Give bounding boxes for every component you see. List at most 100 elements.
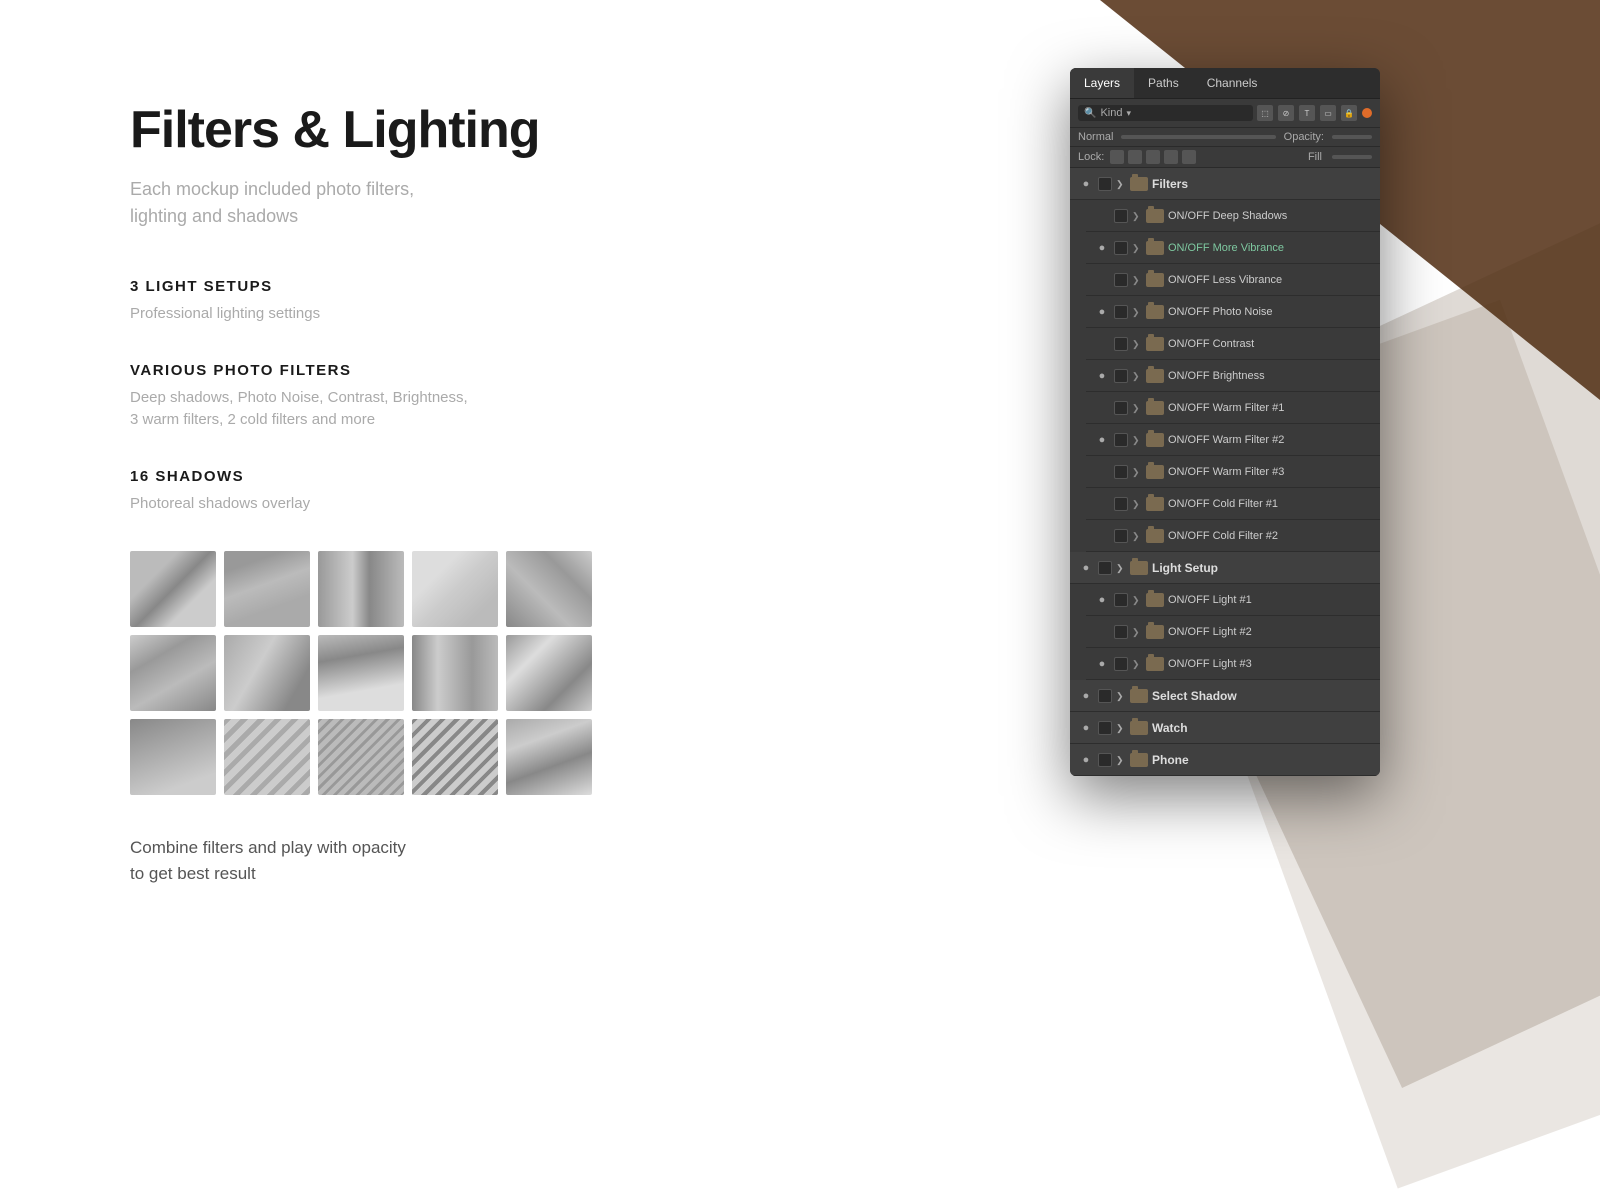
layer-row-light-setup-group[interactable]: ● ❯ Light Setup xyxy=(1070,552,1380,584)
layer-row-cold-1[interactable]: ❯ ON/OFF Cold Filter #1 xyxy=(1086,488,1380,520)
layer-row-light-2[interactable]: ❯ ON/OFF Light #2 xyxy=(1086,616,1380,648)
checkbox-brightness[interactable] xyxy=(1114,369,1128,383)
ps-kind-dropdown[interactable]: ▾ xyxy=(1126,108,1131,119)
eye-warm-2[interactable]: ● xyxy=(1094,432,1110,448)
filter-icon-dot[interactable] xyxy=(1362,108,1372,118)
layer-row-deep-shadows[interactable]: ❯ ON/OFF Deep Shadows xyxy=(1086,200,1380,232)
layer-row-more-vibrance[interactable]: ● ❯ ON/OFF More Vibrance xyxy=(1086,232,1380,264)
layer-row-less-vibrance[interactable]: ❯ ON/OFF Less Vibrance xyxy=(1086,264,1380,296)
checkbox-warm-1[interactable] xyxy=(1114,401,1128,415)
eye-light-2[interactable] xyxy=(1094,624,1110,640)
eye-cold-1[interactable] xyxy=(1094,496,1110,512)
eye-watch[interactable]: ● xyxy=(1078,720,1094,736)
checkbox-photo-noise[interactable] xyxy=(1114,305,1128,319)
layer-row-brightness[interactable]: ● ❯ ON/OFF Brightness xyxy=(1086,360,1380,392)
checkbox-cold-2[interactable] xyxy=(1114,529,1128,543)
eye-light-1[interactable]: ● xyxy=(1094,592,1110,608)
layer-row-warm-2[interactable]: ● ❯ ON/OFF Warm Filter #2 xyxy=(1086,424,1380,456)
lock-icon-4[interactable] xyxy=(1164,150,1178,164)
layer-row-filters-group[interactable]: ● ❯ Filters xyxy=(1070,168,1380,200)
opacity-label: Opacity: xyxy=(1284,131,1324,143)
layer-row-cold-2[interactable]: ❯ ON/OFF Cold Filter #2 xyxy=(1086,520,1380,552)
eye-light-3[interactable]: ● xyxy=(1094,656,1110,672)
arrow-deep-shadows[interactable]: ❯ xyxy=(1132,211,1142,221)
arrow-light-3[interactable]: ❯ xyxy=(1132,659,1142,669)
filter-icon-shape[interactable]: ▭ xyxy=(1320,105,1336,121)
checkbox-light-setup[interactable] xyxy=(1098,561,1112,575)
arrow-light-setup[interactable]: ❯ xyxy=(1116,563,1126,573)
eye-brightness[interactable]: ● xyxy=(1094,368,1110,384)
filter-icon-smart[interactable]: 🔒 xyxy=(1341,105,1357,121)
arrow-watch[interactable]: ❯ xyxy=(1116,723,1126,733)
ps-lock-row: Lock: Fill xyxy=(1070,147,1380,168)
layer-row-contrast[interactable]: ❯ ON/OFF Contrast xyxy=(1086,328,1380,360)
eye-photo-noise[interactable]: ● xyxy=(1094,304,1110,320)
section-shadows: 16 SHADOWS Photoreal shadows overlay xyxy=(130,468,750,516)
arrow-less-vibrance[interactable]: ❯ xyxy=(1132,275,1142,285)
tab-paths[interactable]: Paths xyxy=(1134,68,1193,98)
arrow-phone[interactable]: ❯ xyxy=(1116,755,1126,765)
checkbox-warm-3[interactable] xyxy=(1114,465,1128,479)
arrow-cold-1[interactable]: ❯ xyxy=(1132,499,1142,509)
checkbox-light-1[interactable] xyxy=(1114,593,1128,607)
arrow-contrast[interactable]: ❯ xyxy=(1132,339,1142,349)
eye-cold-2[interactable] xyxy=(1094,528,1110,544)
layer-name-light-1: ON/OFF Light #1 xyxy=(1168,594,1372,606)
arrow-warm-2[interactable]: ❯ xyxy=(1132,435,1142,445)
tab-channels[interactable]: Channels xyxy=(1193,68,1272,98)
checkbox-select-shadow[interactable] xyxy=(1098,689,1112,703)
checkbox-light-3[interactable] xyxy=(1114,657,1128,671)
checkbox-contrast[interactable] xyxy=(1114,337,1128,351)
arrow-warm-1[interactable]: ❯ xyxy=(1132,403,1142,413)
filter-icon-text[interactable]: T xyxy=(1299,105,1315,121)
filter-icon-circle[interactable]: ⊘ xyxy=(1278,105,1294,121)
arrow-warm-3[interactable]: ❯ xyxy=(1132,467,1142,477)
arrow-cold-2[interactable]: ❯ xyxy=(1132,531,1142,541)
checkbox-less-vibrance[interactable] xyxy=(1114,273,1128,287)
eye-warm-1[interactable] xyxy=(1094,400,1110,416)
eye-less-vibrance[interactable] xyxy=(1094,272,1110,288)
checkbox-watch[interactable] xyxy=(1098,721,1112,735)
layer-row-warm-1[interactable]: ❯ ON/OFF Warm Filter #1 xyxy=(1086,392,1380,424)
arrow-light-1[interactable]: ❯ xyxy=(1132,595,1142,605)
eye-warm-3[interactable] xyxy=(1094,464,1110,480)
layer-name-deep-shadows: ON/OFF Deep Shadows xyxy=(1168,210,1372,222)
arrow-photo-noise[interactable]: ❯ xyxy=(1132,307,1142,317)
tab-layers[interactable]: Layers xyxy=(1070,68,1134,98)
lock-icon-1[interactable] xyxy=(1110,150,1124,164)
checkbox-filters[interactable] xyxy=(1098,177,1112,191)
layer-row-phone[interactable]: ● ❯ Phone xyxy=(1070,744,1380,776)
folder-deep-shadows xyxy=(1146,209,1164,223)
checkbox-deep-shadows[interactable] xyxy=(1114,209,1128,223)
layer-row-photo-noise[interactable]: ● ❯ ON/OFF Photo Noise xyxy=(1086,296,1380,328)
layer-row-watch[interactable]: ● ❯ Watch xyxy=(1070,712,1380,744)
arrow-select-shadow[interactable]: ❯ xyxy=(1116,691,1126,701)
layer-row-light-3[interactable]: ● ❯ ON/OFF Light #3 xyxy=(1086,648,1380,680)
lock-icon-3[interactable] xyxy=(1146,150,1160,164)
eye-deep-shadows[interactable] xyxy=(1094,208,1110,224)
checkbox-phone[interactable] xyxy=(1098,753,1112,767)
layer-row-select-shadow[interactable]: ● ❯ Select Shadow xyxy=(1070,680,1380,712)
eye-select-shadow[interactable]: ● xyxy=(1078,688,1094,704)
eye-light-setup[interactable]: ● xyxy=(1078,560,1094,576)
checkbox-more-vibrance[interactable] xyxy=(1114,241,1128,255)
filter-icon-pixel[interactable]: ⬚ xyxy=(1257,105,1273,121)
arrow-more-vibrance[interactable]: ❯ xyxy=(1132,243,1142,253)
eye-more-vibrance[interactable]: ● xyxy=(1094,240,1110,256)
folder-cold-1 xyxy=(1146,497,1164,511)
arrow-filters[interactable]: ❯ xyxy=(1116,179,1126,189)
eye-contrast[interactable] xyxy=(1094,336,1110,352)
layer-row-light-1[interactable]: ● ❯ ON/OFF Light #1 xyxy=(1086,584,1380,616)
layer-row-warm-3[interactable]: ❯ ON/OFF Warm Filter #3 xyxy=(1086,456,1380,488)
checkbox-cold-1[interactable] xyxy=(1114,497,1128,511)
eye-phone[interactable]: ● xyxy=(1078,752,1094,768)
arrow-light-2[interactable]: ❯ xyxy=(1132,627,1142,637)
checkbox-warm-2[interactable] xyxy=(1114,433,1128,447)
eye-filters[interactable]: ● xyxy=(1078,176,1094,192)
ps-search[interactable]: 🔍 Kind ▾ xyxy=(1078,105,1253,121)
arrow-brightness[interactable]: ❯ xyxy=(1132,371,1142,381)
checkbox-light-2[interactable] xyxy=(1114,625,1128,639)
blend-mode-label[interactable]: Normal xyxy=(1078,131,1113,143)
lock-icon-5[interactable] xyxy=(1182,150,1196,164)
lock-icon-2[interactable] xyxy=(1128,150,1142,164)
